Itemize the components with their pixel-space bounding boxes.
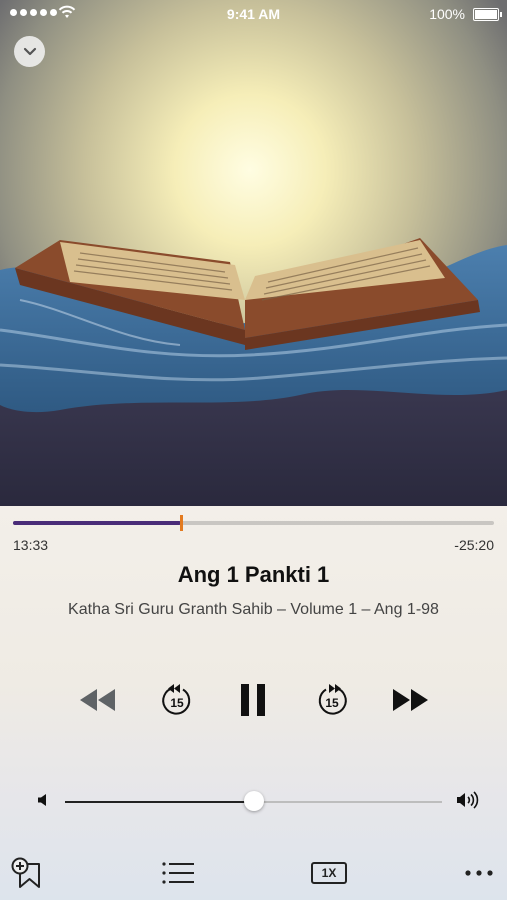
progress-slider[interactable]: [13, 515, 494, 531]
skip-back-15-icon: 15: [162, 684, 191, 715]
rewind-icon: [80, 689, 115, 711]
volume-low-icon: [38, 794, 46, 806]
pause-button[interactable]: [233, 680, 273, 720]
fast-forward-button[interactable]: [389, 682, 431, 718]
pause-icon: [241, 684, 265, 716]
chevron-down-icon: [23, 47, 36, 55]
battery-percentage: 100%: [429, 6, 465, 22]
volume-thumb[interactable]: [243, 791, 264, 811]
volume-high-icon: [457, 791, 479, 809]
volume-slider[interactable]: [65, 791, 442, 811]
player-panel: 13:33 -25:20 Ang 1 Pankti 1 Katha Sri Gu…: [0, 506, 507, 900]
add-bookmark-icon: [11, 857, 40, 888]
elapsed-time: 13:33: [13, 537, 49, 553]
skip-back-15-button[interactable]: 15: [157, 680, 197, 720]
skip-back-label: 15: [170, 696, 184, 710]
playback-speed-button[interactable]: 1X: [311, 862, 347, 884]
list-icon: [162, 862, 194, 884]
add-bookmark-button[interactable]: [10, 856, 44, 890]
remaining-time: -25:20: [454, 537, 494, 553]
volume-fill: [65, 801, 254, 803]
collapse-player-button[interactable]: [14, 36, 45, 67]
progress-thumb[interactable]: [179, 515, 183, 531]
fast-forward-icon: [393, 689, 428, 711]
skip-forward-15-button[interactable]: 15: [312, 680, 352, 720]
more-options-button[interactable]: [462, 864, 496, 882]
more-icon: [465, 870, 493, 876]
chapter-list-button[interactable]: [160, 858, 196, 888]
skip-forward-label: 15: [325, 696, 339, 710]
status-bar: 9:41 AM 100%: [0, 0, 507, 28]
track-subtitle: Katha Sri Guru Granth Sahib – Volume 1 –…: [68, 601, 439, 618]
album-artwork: [0, 0, 507, 506]
track-title: Ang 1 Pankti 1: [177, 562, 330, 587]
battery-icon: [473, 8, 502, 21]
progress-fill: [13, 521, 181, 525]
artwork-image: [0, 0, 507, 506]
rewind-button[interactable]: [78, 682, 118, 718]
skip-forward-15-icon: 15: [318, 684, 347, 715]
